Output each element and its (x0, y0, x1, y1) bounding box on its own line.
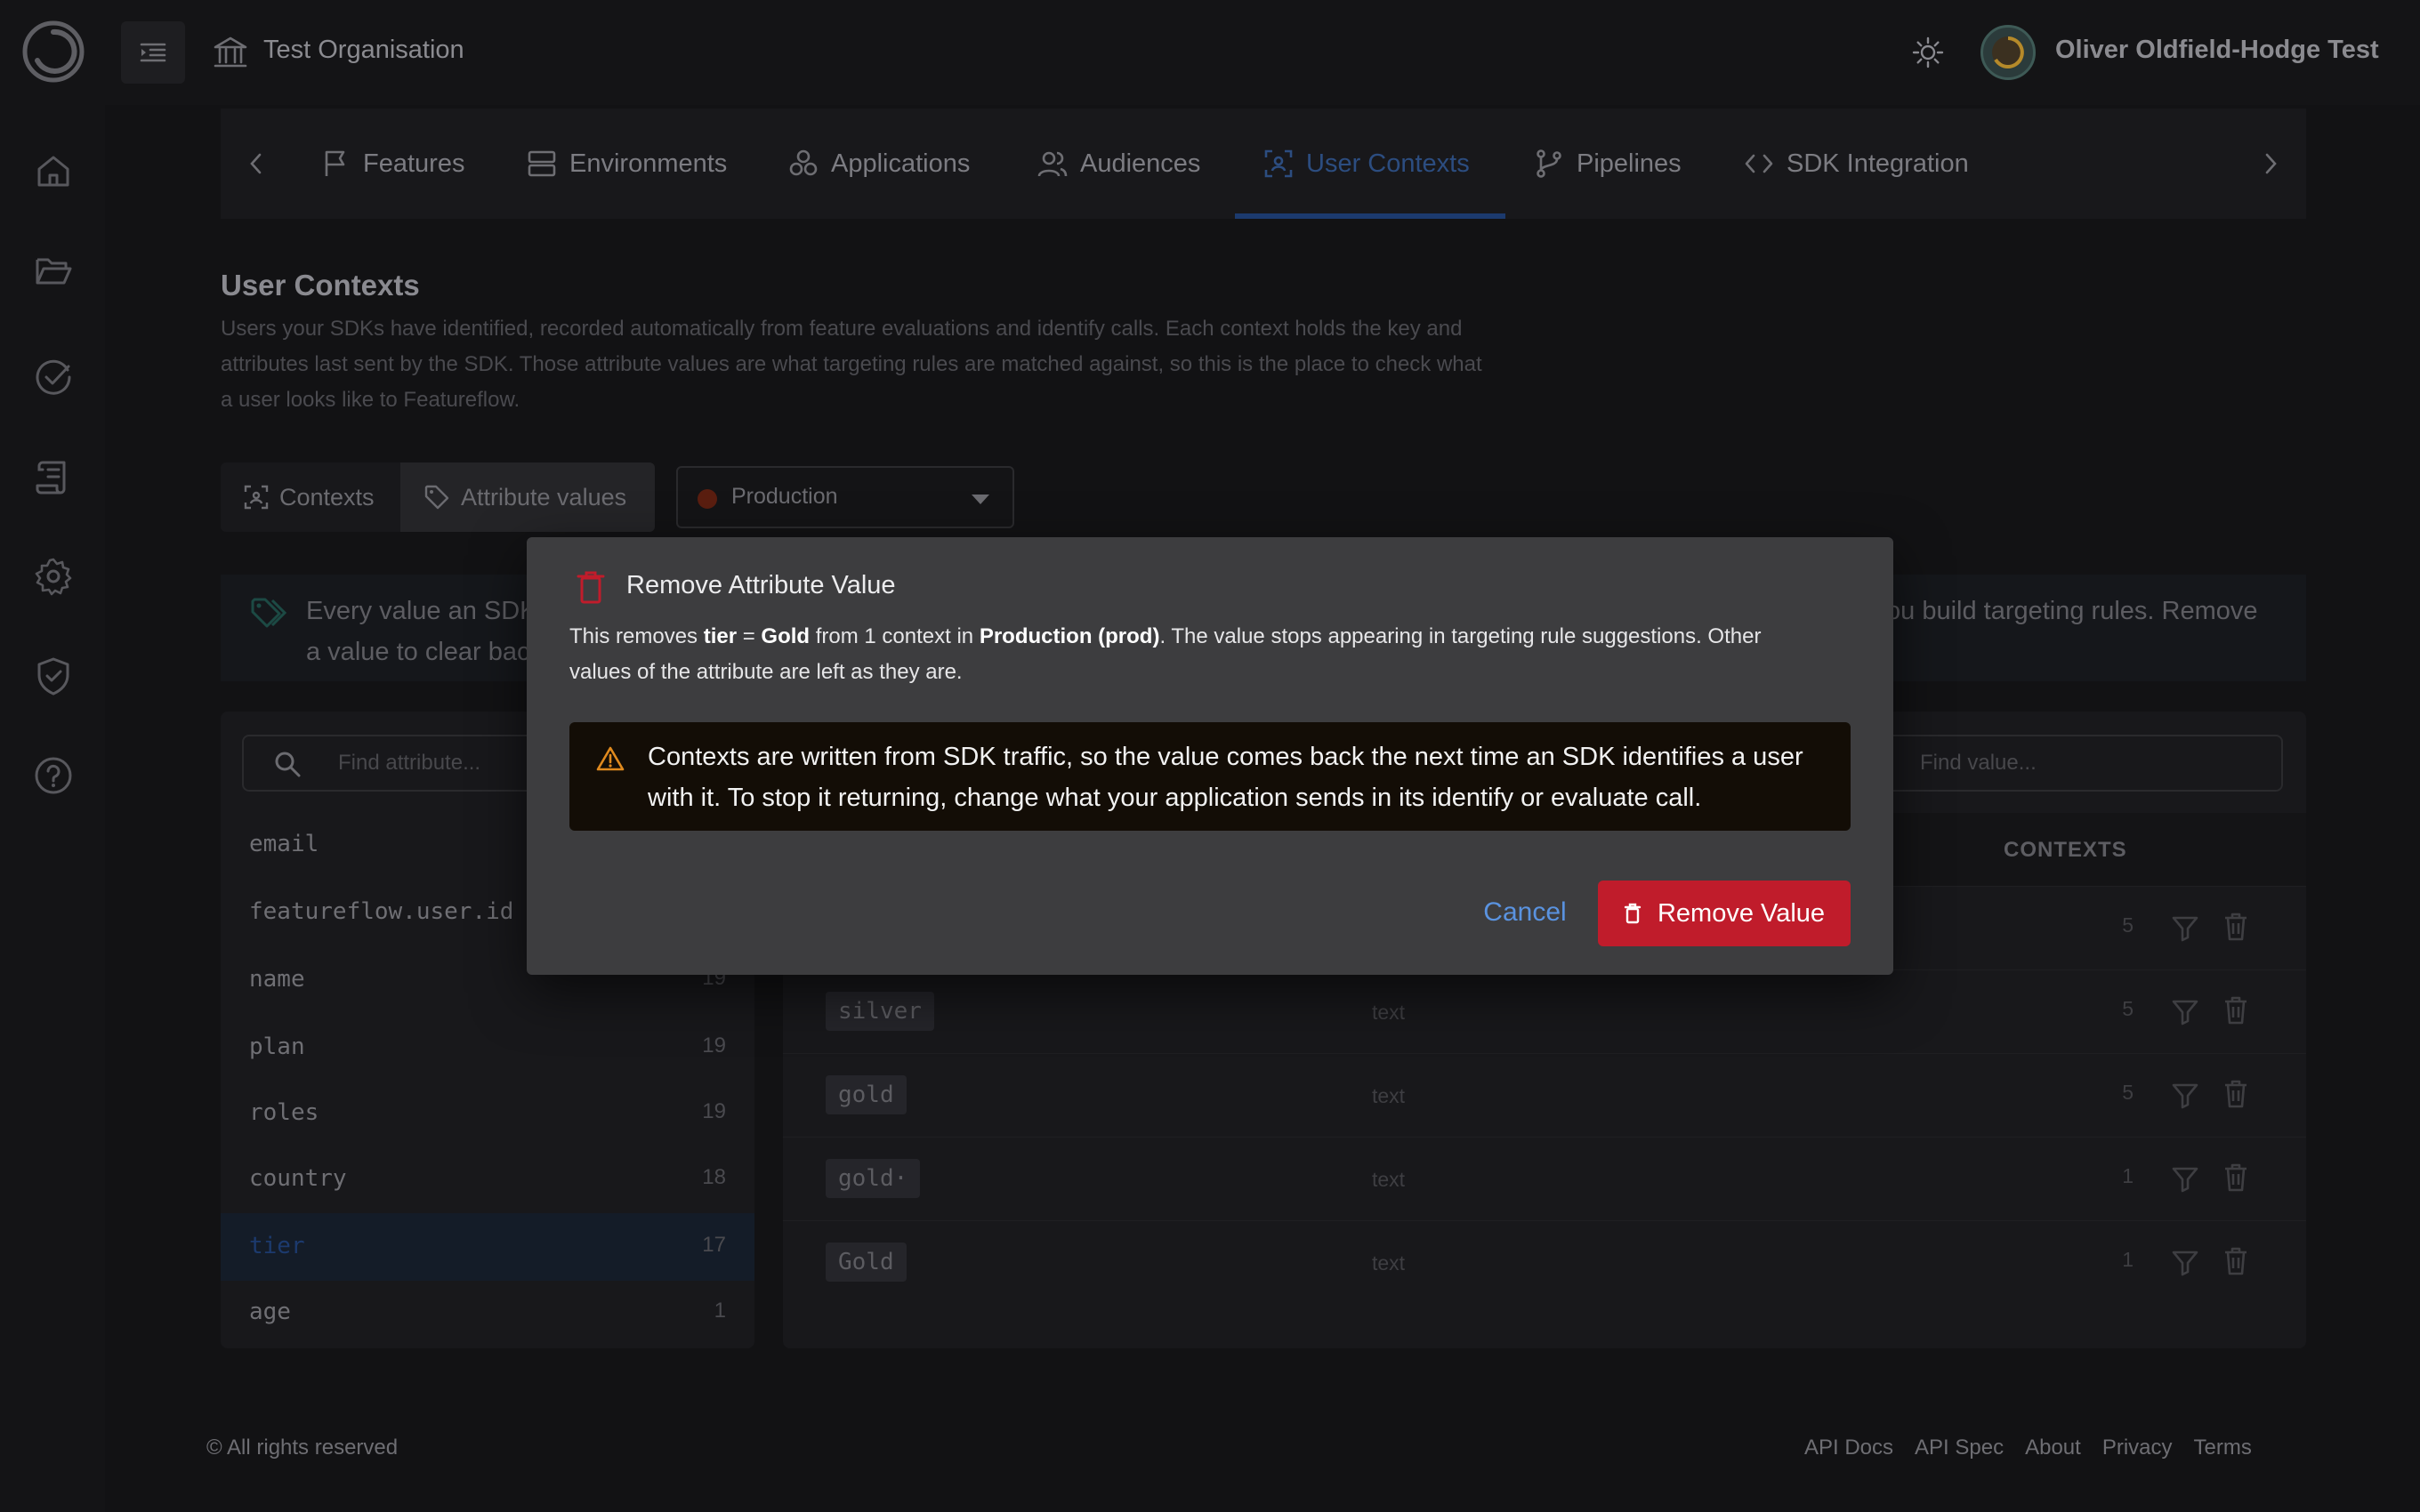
dialog-body: This removes tier = Gold from 1 context … (569, 624, 1762, 684)
trash-icon[interactable] (2222, 1079, 2249, 1109)
warning-triangle-icon (596, 745, 625, 772)
trash-icon[interactable] (2222, 1246, 2249, 1276)
attribute-item-age[interactable]: age 1 (221, 1279, 754, 1347)
caret-down-icon (972, 495, 989, 504)
filter-icon[interactable] (2171, 1081, 2199, 1109)
trash-icon (1624, 903, 1642, 924)
trash-icon[interactable] (2222, 912, 2249, 942)
folder-open-icon[interactable] (32, 249, 75, 292)
user-scan-icon (244, 485, 269, 510)
tab-sdk-integration[interactable]: SDK Integration (1744, 146, 1969, 181)
remove-value-button[interactable]: Remove Value (1598, 881, 1851, 946)
menu-indent-icon (140, 43, 166, 62)
theme-toggle-sun-icon[interactable] (1911, 36, 1945, 69)
attribute-value: Gold (761, 624, 811, 648)
table-row: silver text 5 (783, 969, 2306, 1054)
tags-icon (249, 596, 288, 635)
attribute-values-toggle-button[interactable]: Attribute values (400, 462, 655, 532)
sidebar (0, 105, 105, 1512)
table-row: gold text 5 (783, 1053, 2306, 1138)
help-circle-icon[interactable] (32, 754, 75, 797)
environment-name: Production (prod) (979, 624, 1160, 648)
attribute-item-plan[interactable]: plan 19 (221, 1014, 754, 1082)
user-scan-icon (1264, 149, 1293, 178)
contexts-column-header: CONTEXTS (2004, 838, 2127, 862)
search-icon (275, 752, 301, 777)
table-row: Gold text 1 (783, 1220, 2306, 1305)
table-row: gold· text 1 (783, 1137, 2306, 1221)
tab-applications[interactable]: Applications (788, 146, 970, 181)
users-icon (1037, 151, 1068, 177)
footer-copyright: © All rights reserved (206, 1436, 399, 1460)
bank-icon (212, 34, 249, 71)
footer-link-api-spec[interactable]: API Spec (1915, 1436, 2004, 1460)
value-chip: gold· (826, 1159, 921, 1198)
cancel-button[interactable]: Cancel (1470, 881, 1580, 945)
tag-icon (424, 485, 449, 510)
attribute-item-roles[interactable]: roles 19 (221, 1080, 754, 1147)
attribute-key: tier (703, 624, 738, 648)
filter-icon[interactable] (2171, 1164, 2199, 1193)
filter-icon[interactable] (2171, 997, 2199, 1025)
tab-audiences[interactable]: Audiences (1037, 146, 1200, 181)
tabs-scroll-right-icon[interactable] (2262, 149, 2279, 178)
page-title: User Contexts (221, 269, 420, 302)
app-logo-icon[interactable] (21, 20, 85, 84)
git-branch-icon (1537, 149, 1561, 178)
value-search-placeholder: Find value... (1920, 751, 2037, 775)
dialog-title: Remove Attribute Value (626, 571, 896, 599)
value-chip: gold (826, 1075, 907, 1114)
server-icon (528, 150, 556, 177)
attribute-item-country[interactable]: country 18 (221, 1146, 754, 1213)
collapse-menu-button[interactable] (121, 21, 185, 84)
code-icon (1745, 154, 1773, 173)
settings-gear-icon[interactable] (32, 555, 75, 598)
shield-check-icon[interactable] (32, 655, 75, 697)
filter-icon[interactable] (2171, 913, 2199, 942)
value-chip: Gold (826, 1243, 907, 1282)
footer-link-api-docs[interactable]: API Docs (1804, 1436, 1893, 1460)
cubes-icon (789, 149, 818, 176)
footer-link-privacy[interactable]: Privacy (2102, 1436, 2173, 1460)
scroll-log-icon[interactable] (32, 455, 75, 498)
contexts-toggle-button[interactable]: Contexts (221, 462, 400, 532)
check-circle-icon[interactable] (32, 356, 75, 398)
info-banner-text-right: ou build targeting rules. Remove (1886, 597, 2258, 625)
environment-select[interactable]: Production (676, 466, 1014, 528)
warning-text: Contexts are written from SDK traffic, s… (648, 743, 1803, 812)
user-name[interactable]: Oliver Oldfield-Hodge Test (2055, 36, 2379, 65)
organisation-name[interactable]: Test Organisation (263, 36, 464, 65)
footer-link-about[interactable]: About (2025, 1436, 2081, 1460)
footer-link-terms[interactable]: Terms (2194, 1436, 2252, 1460)
trash-icon[interactable] (2222, 1162, 2249, 1193)
attribute-search-placeholder: Find attribute... (338, 751, 481, 775)
active-tab-indicator (1235, 213, 1505, 219)
page-description: Users your SDKs have identified, recorde… (221, 317, 1482, 412)
attribute-item-tier[interactable]: tier 17 (221, 1213, 754, 1281)
tab-pipelines[interactable]: Pipelines (1534, 146, 1682, 181)
environment-color-dot (698, 489, 717, 509)
trash-icon[interactable] (2222, 995, 2249, 1025)
value-search-input[interactable]: Find value... (1883, 735, 2283, 792)
tab-user-contexts[interactable]: User Contexts (1263, 146, 1470, 181)
footer-links: API Docs API Spec About Privacy Terms (1804, 1436, 2252, 1460)
environment-select-value: Production (731, 484, 838, 509)
tab-environments[interactable]: Environments (527, 146, 727, 181)
trash-icon (575, 569, 607, 605)
info-banner-text-left: Every value an SDK a value to clear bac (306, 597, 537, 666)
tab-features[interactable]: Features (320, 146, 464, 181)
home-icon[interactable] (32, 149, 75, 192)
tabs-scroll-left-icon[interactable] (247, 149, 265, 178)
filter-icon[interactable] (2171, 1248, 2199, 1276)
avatar[interactable] (1980, 25, 2036, 80)
flag-icon (325, 150, 345, 176)
value-chip: silver (826, 992, 934, 1031)
